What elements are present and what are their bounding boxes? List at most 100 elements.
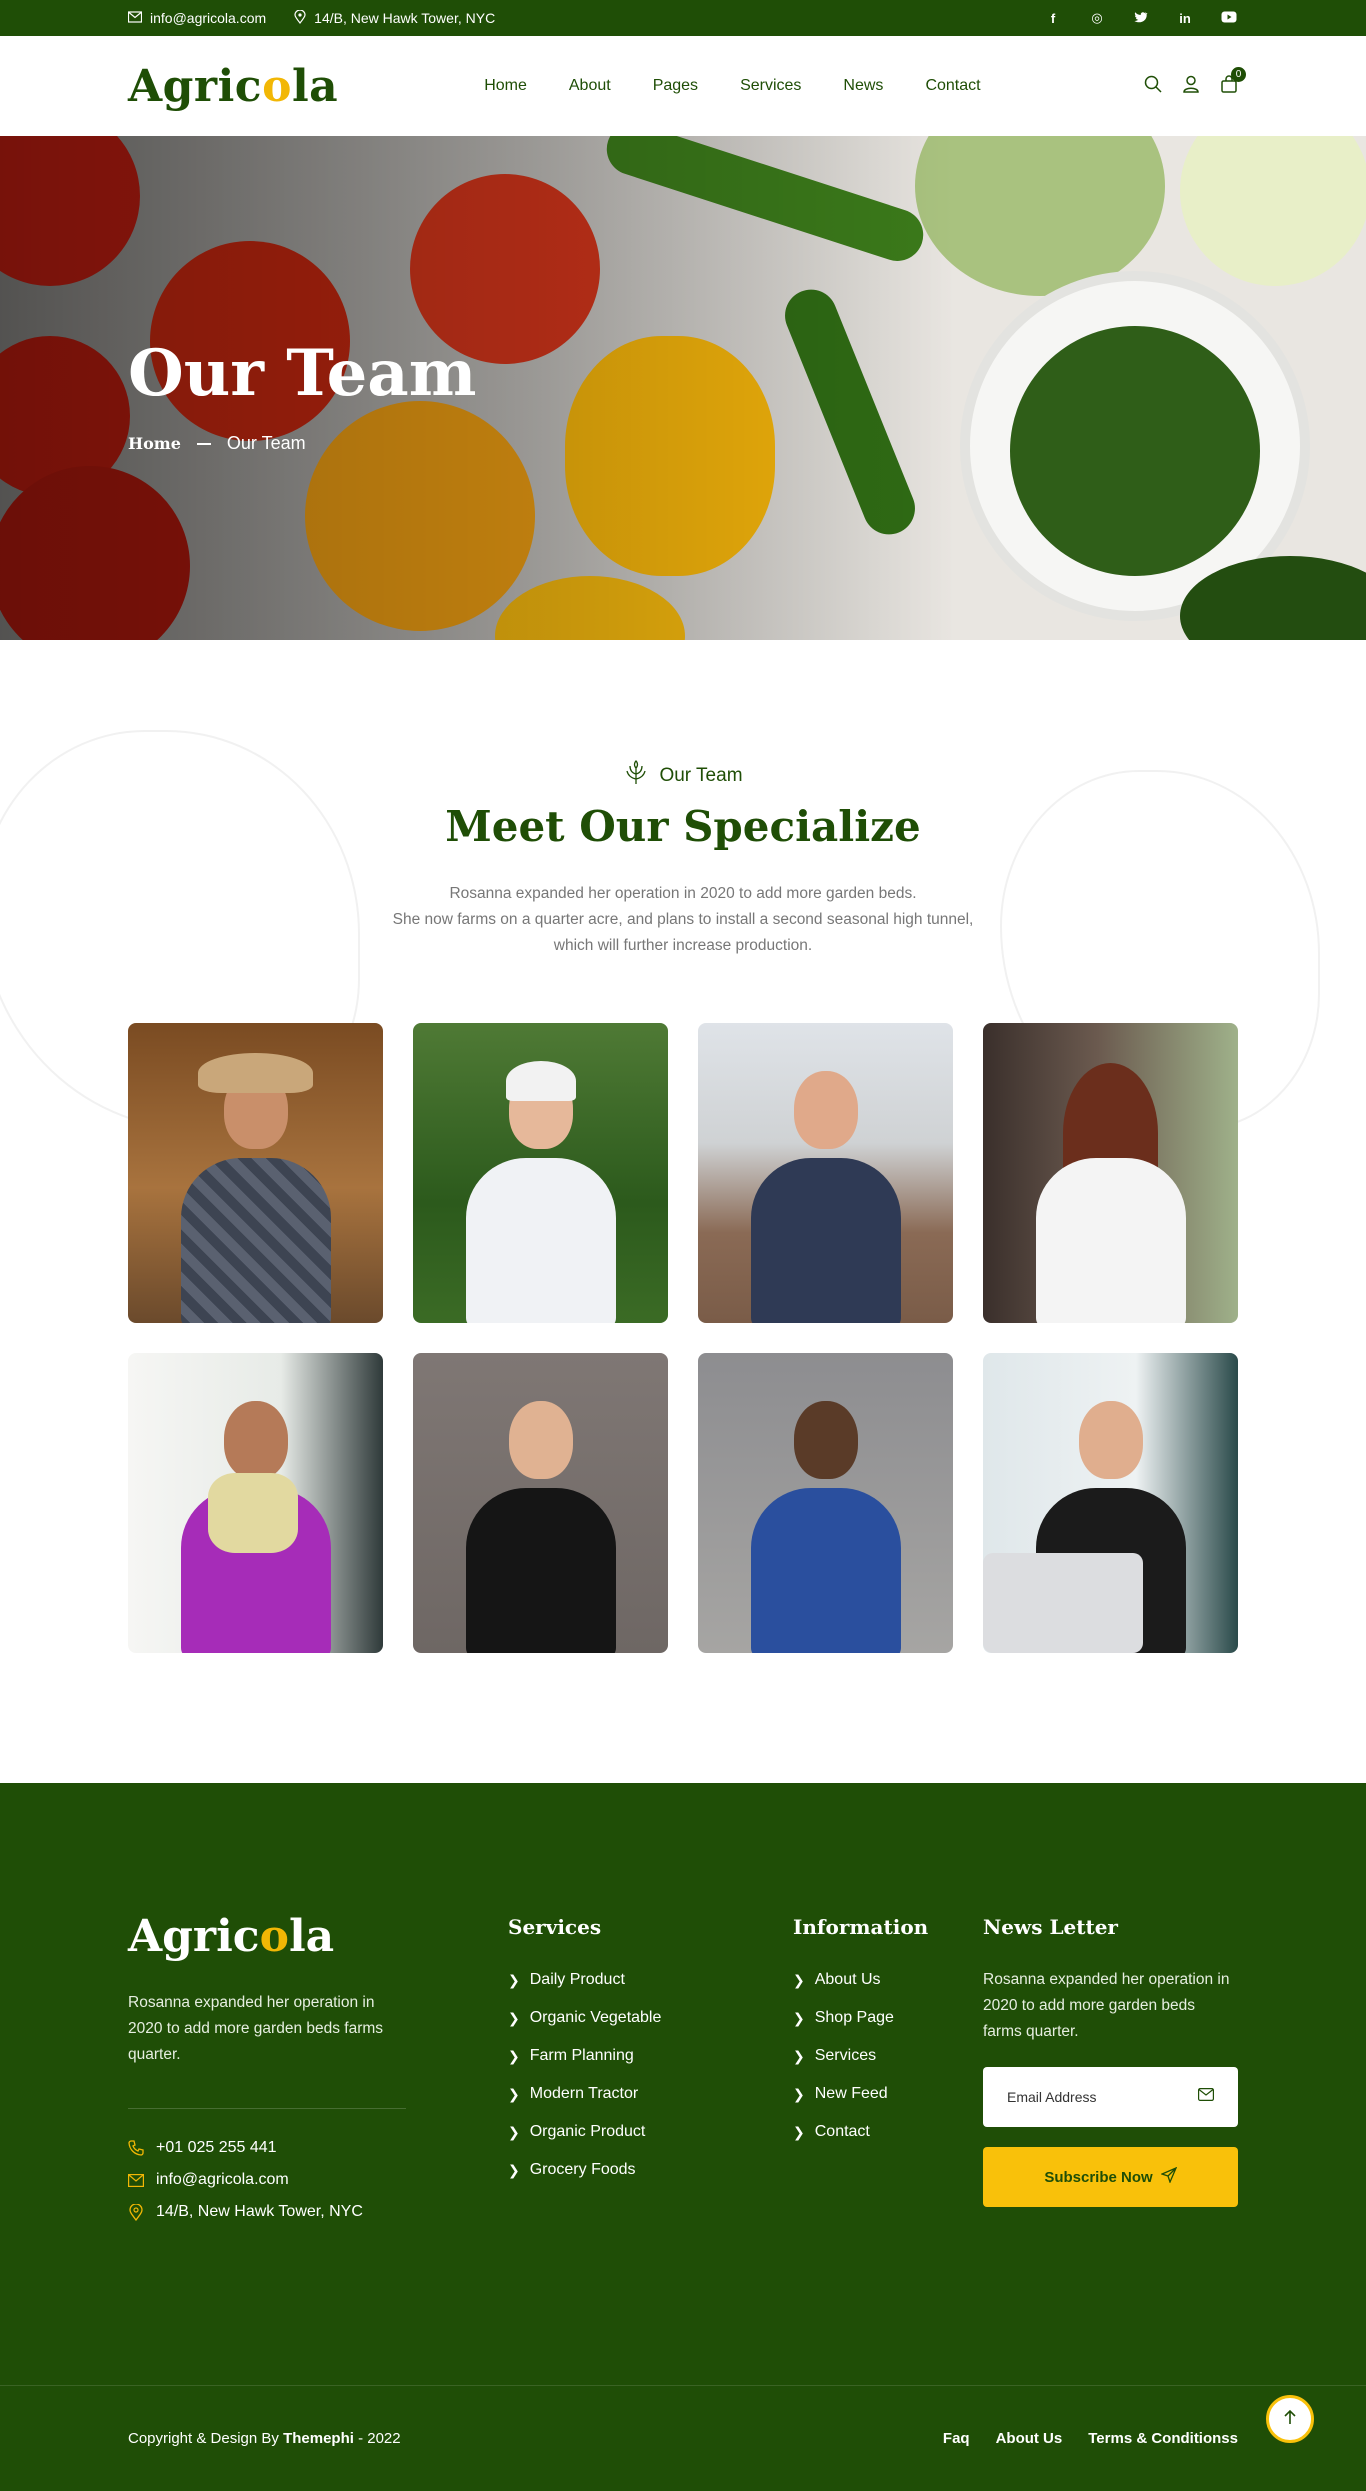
nav-news[interactable]: News	[843, 77, 883, 95]
link-label: Shop Page	[814, 2009, 894, 2026]
linkedin-icon[interactable]: in	[1176, 11, 1194, 26]
footer-info-link[interactable]: ❯ New Feed	[793, 2085, 983, 2103]
location-pin-icon	[128, 2203, 144, 2221]
nav-about[interactable]: About	[569, 77, 611, 95]
section-description: Rosanna expanded her operation in 2020 t…	[128, 881, 1238, 959]
footer-service-link[interactable]: ❯ Modern Tractor	[508, 2085, 793, 2103]
chevron-right-icon: ❯	[793, 2047, 805, 2064]
arrow-up-icon	[1283, 2408, 1297, 2431]
team-member-photo[interactable]	[983, 1023, 1238, 1323]
team-member-photo[interactable]	[413, 1023, 668, 1323]
description-line: Rosanna expanded her operation in 2020 t…	[449, 885, 917, 902]
about-us-link[interactable]: About Us	[996, 2430, 1063, 2447]
copyright-text: Copyright & Design By Themephi - 2022	[128, 2430, 401, 2447]
link-label: Services	[814, 2047, 877, 2064]
footer-info-link[interactable]: ❯ About Us	[793, 1971, 983, 1989]
mail-icon	[128, 2173, 144, 2187]
team-member-photo[interactable]	[128, 1023, 383, 1323]
breadcrumb: Home Our Team	[128, 433, 476, 454]
footer-service-link[interactable]: ❯ Daily Product	[508, 1971, 793, 1989]
footer-bottom-links: Faq About Us Terms & Conditionss	[943, 2430, 1238, 2447]
search-icon[interactable]	[1144, 75, 1162, 98]
team-member-photo[interactable]	[983, 1353, 1238, 1653]
copyright-brand[interactable]: Themephi	[283, 2430, 354, 2447]
logo-letter-o: o	[262, 60, 292, 112]
team-member-photo[interactable]	[413, 1353, 668, 1653]
topbar-email[interactable]: info@agricola.com	[127, 10, 267, 26]
faq-link[interactable]: Faq	[943, 2430, 970, 2447]
footer-about-column: Agricola Rosanna expanded her operation …	[128, 1911, 508, 2235]
nav-contact[interactable]: Contact	[925, 77, 980, 95]
chevron-right-icon: ❯	[508, 2161, 520, 2178]
chevron-right-icon: ❯	[508, 2047, 520, 2064]
site-header: Agricola Home About Pages Services News …	[0, 36, 1366, 136]
chevron-right-icon: ❯	[508, 1971, 520, 1988]
nav-home[interactable]: Home	[484, 77, 527, 95]
team-member-photo[interactable]	[698, 1023, 953, 1323]
site-logo[interactable]: Agricola	[128, 61, 338, 112]
footer-service-link[interactable]: ❯ Farm Planning	[508, 2047, 793, 2065]
topbar-address-text: 14/B, New Hawk Tower, NYC	[314, 10, 496, 26]
link-label: Grocery Foods	[529, 2161, 636, 2178]
twitter-icon[interactable]	[1132, 11, 1150, 26]
chevron-right-icon: ❯	[508, 2009, 520, 2026]
cart-count-badge: 0	[1231, 66, 1246, 82]
topbar-address: 14/B, New Hawk Tower, NYC	[294, 8, 496, 27]
shopping-bag-icon	[1220, 74, 1238, 97]
logo-text-end: la	[291, 60, 339, 112]
footer-service-link[interactable]: ❯ Grocery Foods	[508, 2161, 793, 2179]
team-member-photo[interactable]	[128, 1353, 383, 1653]
logo-text-start: Agric	[128, 1911, 260, 1962]
section-title: Meet Our Specialize	[445, 802, 921, 851]
footer-info-link[interactable]: ❯ Shop Page	[793, 2009, 983, 2027]
instagram-icon[interactable]: ◎	[1088, 10, 1106, 26]
chevron-right-icon: ❯	[508, 2085, 520, 2102]
youtube-icon[interactable]	[1220, 11, 1238, 26]
top-bar: info@agricola.com 14/B, New Hawk Tower, …	[0, 0, 1366, 36]
send-icon	[1159, 2166, 1177, 2187]
footer-phone[interactable]: +01 025 255 441	[128, 2139, 508, 2157]
nav-services[interactable]: Services	[740, 77, 801, 95]
footer-services-list: ❯ Daily Product ❯ Organic Vegetable ❯ Farm …	[508, 1971, 793, 2179]
footer-phone-text: +01 025 255 441	[156, 2139, 277, 2156]
cart-button[interactable]: 0	[1220, 66, 1246, 98]
back-to-top-button[interactable]	[1266, 2395, 1314, 2443]
copyright-suffix: - 2022	[353, 2430, 401, 2447]
footer-address-text: 14/B, New Hawk Tower, NYC	[156, 2203, 363, 2220]
footer-divider	[128, 2108, 406, 2109]
team-section: Our Team Meet Our Specialize Rosanna exp…	[0, 640, 1366, 1783]
newsletter-email-input[interactable]	[1007, 2089, 1187, 2105]
footer-logo[interactable]: Agricola	[128, 1911, 508, 1962]
chevron-right-icon: ❯	[793, 2123, 805, 2140]
footer-newsletter-text: Rosanna expanded her operation in 2020 t…	[983, 1971, 1230, 2040]
footer-service-link[interactable]: ❯ Organic Vegetable	[508, 2009, 793, 2027]
breadcrumb-separator	[196, 442, 211, 445]
footer-info-link[interactable]: ❯ Services	[793, 2047, 983, 2065]
chevron-right-icon: ❯	[793, 2009, 805, 2026]
site-footer: Agricola Rosanna expanded her operation …	[0, 1783, 1366, 2491]
subscribe-label: Subscribe Now	[1044, 2168, 1153, 2186]
footer-information-title: Information	[793, 1915, 929, 1939]
team-member-photo[interactable]	[698, 1353, 953, 1653]
footer-services-title: Services	[508, 1915, 602, 1939]
footer-service-link[interactable]: ❯ Organic Product	[508, 2123, 793, 2141]
topbar-email-text: info@agricola.com	[150, 10, 267, 26]
terms-link[interactable]: Terms & Conditionss	[1088, 2430, 1238, 2447]
facebook-icon[interactable]: f	[1044, 11, 1062, 26]
subscribe-button[interactable]: Subscribe Now	[983, 2147, 1238, 2207]
nav-pages[interactable]: Pages	[653, 77, 698, 95]
logo-letter-o: o	[259, 1911, 289, 1962]
logo-text-start: Agric	[128, 60, 263, 112]
section-subtitle-text: Our Team	[659, 765, 743, 786]
page-hero: Our Team Home Our Team	[0, 136, 1366, 640]
team-grid	[128, 1023, 1238, 1653]
main-nav: Home About Pages Services News Contact	[484, 77, 980, 95]
logo-text-end: la	[288, 1911, 335, 1962]
chevron-right-icon: ❯	[793, 1971, 805, 1988]
breadcrumb-home[interactable]: Home	[128, 434, 181, 453]
footer-email[interactable]: info@agricola.com	[128, 2171, 508, 2189]
mail-icon	[1198, 2088, 1215, 2106]
footer-info-link[interactable]: ❯ Contact	[793, 2123, 983, 2141]
footer-information-list: ❯ About Us ❯ Shop Page ❯ Services ❯ New Feed…	[793, 1971, 983, 2141]
user-icon[interactable]	[1182, 75, 1200, 98]
